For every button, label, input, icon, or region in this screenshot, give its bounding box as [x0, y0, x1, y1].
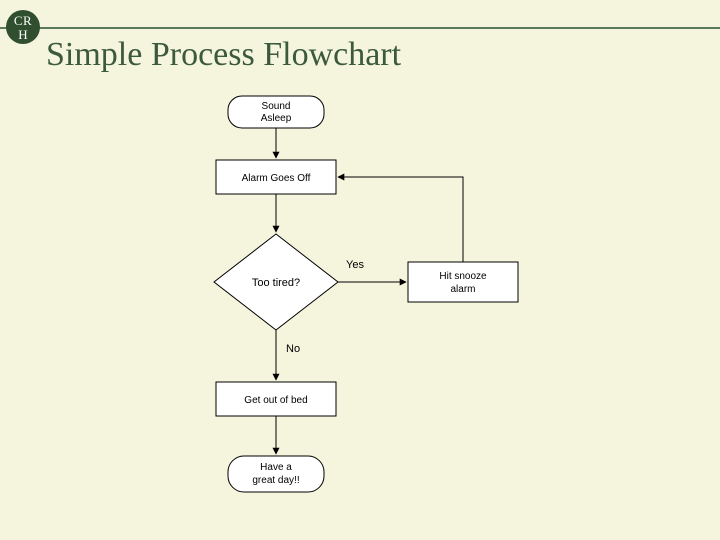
node-start-line1: Sound [262, 101, 291, 112]
node-snooze: Hit snooze alarm [408, 262, 518, 302]
node-end-line1: Have a [260, 462, 292, 473]
node-getup: Get out of bed [216, 382, 336, 416]
node-snooze-line2: alarm [450, 284, 475, 295]
node-tired: Too tired? [214, 234, 338, 330]
node-snooze-line1: Hit snooze [439, 271, 487, 282]
edge-label-no: No [286, 343, 300, 355]
edge-snooze-alarm [338, 177, 463, 262]
node-end-line2: great day!! [252, 475, 299, 486]
node-getup-label: Get out of bed [244, 395, 307, 406]
flowchart: Sound Asleep Alarm Goes Off Too tired? Y… [0, 0, 720, 540]
node-start: Sound Asleep [228, 96, 324, 128]
node-tired-label: Too tired? [252, 277, 300, 289]
node-alarm: Alarm Goes Off [216, 160, 336, 194]
node-end: Have a great day!! [228, 456, 324, 492]
node-start-line2: Asleep [261, 113, 292, 124]
node-alarm-label: Alarm Goes Off [242, 173, 311, 184]
edge-label-yes: Yes [346, 259, 364, 271]
